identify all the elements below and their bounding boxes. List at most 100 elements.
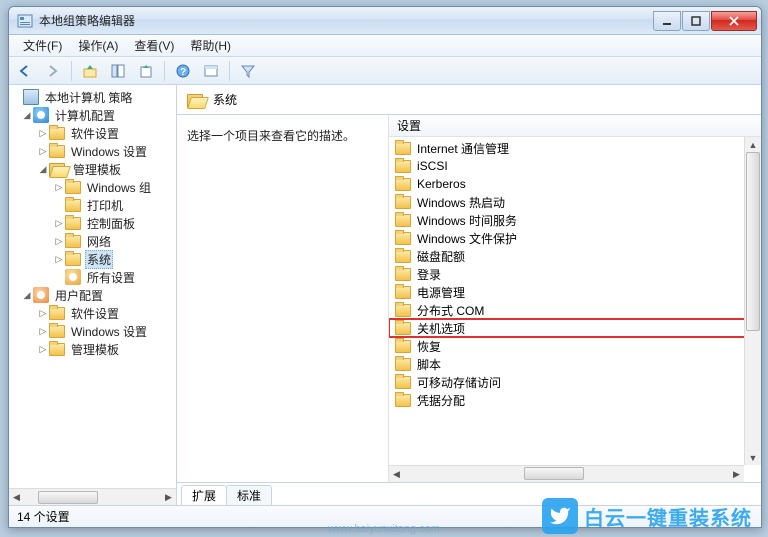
tree-label: 管理模板 (71, 161, 123, 178)
tree-windows-settings-user[interactable]: ▷Windows 设置 (9, 322, 176, 340)
scroll-up-icon[interactable]: ▲ (745, 137, 761, 152)
tab-extended[interactable]: 扩展 (181, 485, 227, 505)
folder-icon (395, 178, 411, 191)
list-item-label: 关机选项 (417, 320, 465, 337)
settings-list[interactable]: Internet 通信管理iSCSIKerberosWindows 热启动Win… (389, 137, 761, 411)
list-item-label: Windows 文件保护 (417, 230, 517, 247)
folder-icon (395, 232, 411, 245)
minimize-button[interactable] (653, 11, 681, 31)
list-item[interactable]: 磁盘配额 (389, 247, 761, 265)
scroll-right-icon[interactable]: ▶ (729, 467, 744, 482)
folder-icon (65, 235, 81, 248)
tree-label: 本地计算机 策略 (43, 89, 134, 106)
folder-icon (65, 199, 81, 212)
tree-view[interactable]: 本地计算机 策略 ◢计算机配置 ▷软件设置 ▷Windows 设置 ◢管理模板 … (9, 85, 176, 488)
menubar: 文件(F) 操作(A) 查看(V) 帮助(H) (9, 35, 761, 57)
settings-icon (65, 269, 81, 285)
forward-button[interactable] (41, 60, 65, 82)
close-button[interactable] (711, 11, 757, 31)
export-button[interactable] (134, 60, 158, 82)
content-area: 本地计算机 策略 ◢计算机配置 ▷软件设置 ▷Windows 设置 ◢管理模板 … (9, 85, 761, 505)
menu-file[interactable]: 文件(F) (15, 35, 70, 56)
maximize-button[interactable] (682, 11, 710, 31)
scroll-down-icon[interactable]: ▼ (745, 450, 761, 465)
tree-network[interactable]: ▷网络 (9, 232, 176, 250)
tree-label: 网络 (85, 233, 113, 250)
list-item[interactable]: Internet 通信管理 (389, 139, 761, 157)
list-item-label: Kerberos (417, 177, 466, 191)
status-count: 14 个设置 (17, 508, 70, 525)
tree-printers[interactable]: 打印机 (9, 196, 176, 214)
list-item[interactable]: Windows 时间服务 (389, 211, 761, 229)
svg-text:?: ? (180, 67, 186, 78)
list-item[interactable]: iSCSI (389, 157, 761, 175)
tree-root[interactable]: 本地计算机 策略 (9, 88, 176, 106)
tree-user-config[interactable]: ◢用户配置 (9, 286, 176, 304)
show-hide-tree-button[interactable] (106, 60, 130, 82)
toolbar: ? (9, 57, 761, 85)
up-level-button[interactable] (78, 60, 102, 82)
back-button[interactable] (13, 60, 37, 82)
tree-pane: 本地计算机 策略 ◢计算机配置 ▷软件设置 ▷Windows 设置 ◢管理模板 … (9, 85, 177, 505)
list-item[interactable]: 分布式 COM (389, 301, 761, 319)
list-item[interactable]: Windows 热启动 (389, 193, 761, 211)
menu-help[interactable]: 帮助(H) (182, 35, 239, 56)
tree-label: 计算机配置 (53, 107, 117, 124)
vertical-scrollbar[interactable]: ▲ ▼ (744, 137, 761, 465)
scroll-left-icon[interactable]: ◀ (9, 490, 24, 505)
tree-software-settings-user[interactable]: ▷软件设置 (9, 304, 176, 322)
folder-icon (395, 250, 411, 263)
list-item-label: 登录 (417, 266, 441, 283)
scrollbar-thumb[interactable] (746, 152, 760, 331)
tree-windows-settings[interactable]: ▷Windows 设置 (9, 142, 176, 160)
folder-open-icon (49, 162, 67, 176)
list-item[interactable]: Kerberos (389, 175, 761, 193)
list-item[interactable]: 可移动存储访问 (389, 373, 761, 391)
list-item[interactable]: 电源管理 (389, 283, 761, 301)
tab-standard[interactable]: 标准 (226, 485, 272, 505)
computer-icon (33, 107, 49, 123)
list-item-label: Internet 通信管理 (417, 140, 509, 157)
tree-windows-components[interactable]: ▷Windows 组 (9, 178, 176, 196)
list-horizontal-scrollbar[interactable]: ◀ ▶ (389, 465, 744, 482)
toolbar-separator (164, 61, 165, 81)
tree-all-settings[interactable]: 所有设置 (9, 268, 176, 286)
scrollbar-thumb[interactable] (524, 467, 584, 480)
list-column-header[interactable]: 设置 (389, 115, 761, 137)
tree-label: Windows 组 (85, 179, 153, 196)
tree-admin-templates-user[interactable]: ▷管理模板 (9, 340, 176, 358)
toolbar-separator (229, 61, 230, 81)
properties-button[interactable] (199, 60, 223, 82)
list-item[interactable]: 关机选项 (389, 319, 761, 337)
tree-label: 控制面板 (85, 215, 137, 232)
folder-icon (395, 376, 411, 389)
tree-horizontal-scrollbar[interactable]: ◀ ▶ (9, 488, 176, 505)
path-header: 系统 (177, 85, 761, 115)
list-item-label: 分布式 COM (417, 302, 484, 319)
list-item[interactable]: 登录 (389, 265, 761, 283)
help-button[interactable]: ? (171, 60, 195, 82)
folder-icon (395, 286, 411, 299)
titlebar[interactable]: 本地组策略编辑器 (9, 7, 761, 35)
filter-button[interactable] (236, 60, 260, 82)
window-title: 本地组策略编辑器 (39, 12, 653, 29)
tree-control-panel[interactable]: ▷控制面板 (9, 214, 176, 232)
list-item[interactable]: 脚本 (389, 355, 761, 373)
scroll-right-icon[interactable]: ▶ (161, 490, 176, 505)
folder-icon (65, 181, 81, 194)
folder-icon (49, 145, 65, 158)
tree-software-settings[interactable]: ▷软件设置 (9, 124, 176, 142)
folder-icon (395, 358, 411, 371)
tree-admin-templates[interactable]: ◢管理模板 (9, 160, 176, 178)
scroll-left-icon[interactable]: ◀ (389, 467, 404, 482)
list-item[interactable]: Windows 文件保护 (389, 229, 761, 247)
menu-view[interactable]: 查看(V) (126, 35, 182, 56)
description-pane: 选择一个项目来查看它的描述。 (177, 115, 389, 482)
tree-computer-config[interactable]: ◢计算机配置 (9, 106, 176, 124)
list-item[interactable]: 凭据分配 (389, 391, 761, 409)
scrollbar-thumb[interactable] (38, 491, 98, 504)
scrollbar-track[interactable] (745, 152, 761, 450)
tree-system[interactable]: ▷系统 (9, 250, 176, 268)
menu-action[interactable]: 操作(A) (70, 35, 126, 56)
list-item[interactable]: 恢复 (389, 337, 761, 355)
